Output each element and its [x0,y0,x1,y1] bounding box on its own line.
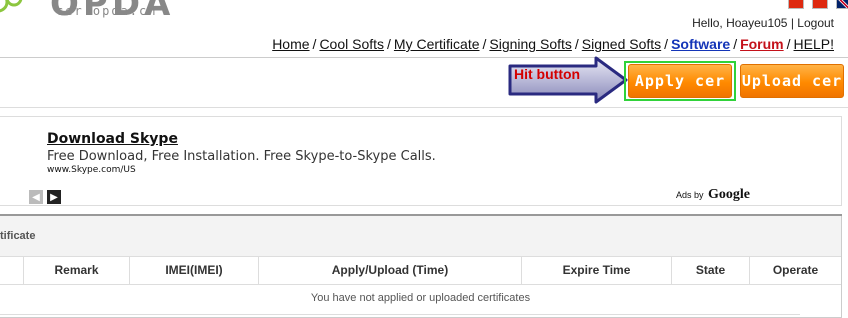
nav-separator: / [664,36,669,52]
column-header: IMEI(IMEI) [129,256,259,285]
nav-my-certificate[interactable]: My Certificate [394,36,480,52]
nav-home[interactable]: Home [272,36,309,52]
nav-separator: / [387,36,391,52]
nav-signed-softs[interactable]: Signed Softs [582,36,661,52]
upload-cer-button[interactable]: Upload cer [740,64,844,98]
logo-icon [0,0,23,13]
google-logo[interactable]: Google [708,187,750,203]
ad-url-link[interactable]: www.Skype.com/US [47,165,136,175]
ad-next-icon[interactable]: ▶ [47,190,61,204]
uk-flag-icon[interactable] [836,0,848,9]
ad-description: Free Download, Free Installation. Free S… [47,149,436,164]
annotation-label: Hit button [514,66,581,82]
ad-prev-icon[interactable]: ◀ [29,190,43,204]
nav-help[interactable]: HELP! [794,36,834,52]
header-divider [0,57,848,58]
column-header: Apply/Upload (Time) [258,256,522,285]
column-header: Expire Time [521,256,672,285]
ad-title-link[interactable]: Download Skype [47,131,178,147]
ads-by-label[interactable]: Ads by [676,190,704,200]
table-bottom-divider [0,314,800,315]
column-header: Operate [749,256,841,285]
logout-link[interactable]: Logout [797,16,834,30]
hongkong-flag-icon[interactable] [812,0,828,9]
panel-header [0,216,841,257]
greeting-text: Hello, Hoayeu105 [692,16,788,30]
column-header [0,256,24,285]
nav-cool-softs[interactable]: Cool Softs [319,36,384,52]
empty-message: You have not applied or uploaded certifi… [310,292,531,304]
greeting-separator: | [790,16,794,30]
apply-cer-button[interactable]: Apply cer [628,64,732,98]
nav-separator: / [574,36,579,52]
china-flag-icon[interactable] [788,0,804,9]
table-row: You have not applied or uploaded certifi… [0,285,841,312]
nav-separator: / [312,36,317,52]
logo-subtitle: cer.opda.cn [56,4,158,18]
column-header: State [671,256,750,285]
nav-forum[interactable]: Forum [740,36,784,52]
nav-separator: / [482,36,487,52]
nav-separator: / [733,36,738,52]
certificate-table: Remark IMEI(IMEI) Apply/Upload (Time) Ex… [0,256,841,311]
language-flags [788,0,848,9]
panel-title: tificate [0,230,36,242]
toolbar-divider [0,107,848,108]
nav-signing-softs[interactable]: Signing Softs [489,36,572,52]
nav-software[interactable]: Software [671,36,730,52]
table-header-row: Remark IMEI(IMEI) Apply/Upload (Time) Ex… [0,256,841,285]
user-greeting: Hello, Hoayeu105 | Logout [692,16,834,30]
column-header: Remark [23,256,130,285]
main-nav: Home / Cool Softs / My Certificate / Signing S… [272,36,834,52]
nav-separator: / [786,36,791,52]
